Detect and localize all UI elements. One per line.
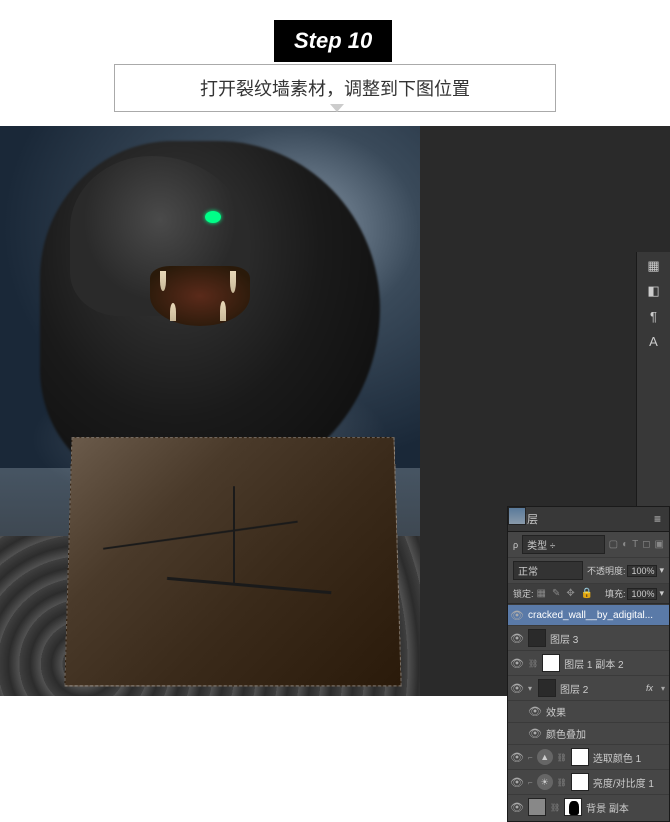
visibility-icon[interactable]: 👁 xyxy=(510,750,524,764)
fx-indicator[interactable]: fx xyxy=(646,683,657,693)
tool-paragraph-icon[interactable]: ¶ xyxy=(640,305,668,327)
blend-row: 正常 不透明度: 100% ▾ xyxy=(508,558,669,584)
adjustment-icon[interactable]: ☀ xyxy=(537,774,553,790)
beast-eye xyxy=(205,211,221,223)
fx-collapse-icon[interactable]: ▾ xyxy=(661,684,665,693)
layer-item[interactable]: 👁 图层 3 xyxy=(508,625,669,650)
link-icon[interactable]: ⛓ xyxy=(557,753,567,762)
opacity-input[interactable]: 100% xyxy=(627,565,657,577)
visibility-icon[interactable]: 👁 xyxy=(510,775,524,789)
layer-name[interactable]: cracked_wall__by_adigital... xyxy=(528,610,653,621)
link-icon[interactable]: ⛓ xyxy=(557,778,567,787)
tooth xyxy=(220,301,226,321)
filter-adj-icon[interactable]: ◐ xyxy=(622,539,628,550)
expand-icon[interactable]: ▾ xyxy=(528,684,532,693)
filter-row: ρ 类型 ÷ ▢ ◐ T ◻ ▣ xyxy=(508,532,669,558)
lock-pixels-icon[interactable]: ✎ xyxy=(552,588,560,599)
layer-effect-item[interactable]: 👁 颜色叠加 xyxy=(508,722,669,744)
lock-position-icon[interactable]: ✥ xyxy=(566,588,574,599)
layer-name[interactable]: 图层 3 xyxy=(550,631,578,646)
filter-pixel-icon[interactable]: ▢ xyxy=(609,539,618,550)
artwork-canvas[interactable] xyxy=(0,126,420,696)
layer-name[interactable]: 图层 1 副本 2 xyxy=(564,656,623,671)
adjustment-icon[interactable]: ▲ xyxy=(537,749,553,765)
layer-name[interactable]: 图层 2 xyxy=(560,681,588,696)
layer-mask-thumb[interactable] xyxy=(571,773,589,791)
filter-smart-icon[interactable]: ▣ xyxy=(655,539,664,550)
layer-thumb[interactable] xyxy=(528,629,546,647)
layer-mask-thumb[interactable] xyxy=(571,748,589,766)
filter-type-dropdown[interactable]: 类型 ÷ xyxy=(522,535,605,554)
layer-name[interactable]: 背景 副本 xyxy=(586,800,629,815)
fill-field: 填充: 100% ▾ xyxy=(605,587,664,600)
filter-text-icon[interactable]: T xyxy=(632,539,638,550)
opacity-stepper-icon[interactable]: ▾ xyxy=(659,565,664,576)
clip-icon: ⌐ xyxy=(528,778,533,787)
tool-histogram-icon[interactable]: ◧ xyxy=(640,280,668,302)
layer-mask-thumb[interactable] xyxy=(542,654,560,672)
layer-mask-thumb[interactable] xyxy=(564,798,582,816)
visibility-icon[interactable]: 👁 xyxy=(510,800,524,814)
link-icon[interactable]: ⛓ xyxy=(550,803,560,812)
opacity-label: 不透明度: xyxy=(587,564,626,577)
tool-swatches-icon[interactable]: ▦ xyxy=(640,255,668,277)
tool-character-icon[interactable]: A xyxy=(640,330,668,352)
fill-input[interactable]: 100% xyxy=(627,588,657,600)
visibility-icon[interactable]: 👁 xyxy=(528,705,542,719)
layer-item[interactable]: 👁 cracked_wall__by_adigital... xyxy=(508,604,669,625)
visibility-icon[interactable]: 👁 xyxy=(510,608,524,622)
visibility-icon[interactable]: 👁 xyxy=(510,681,524,695)
instruction-arrow-icon xyxy=(330,104,344,112)
layer-item[interactable]: 👁 ▾ 图层 2 fx ▾ xyxy=(508,675,669,700)
opacity-field: 不透明度: 100% ▾ xyxy=(587,564,664,577)
visibility-icon[interactable]: 👁 xyxy=(510,656,524,670)
effect-label: 效果 xyxy=(546,704,566,719)
layer-item[interactable]: 👁 ⌐ ▲ ⛓ 选取颜色 1 xyxy=(508,744,669,769)
visibility-icon[interactable]: 👁 xyxy=(510,631,524,645)
layer-item[interactable]: 👁 ⛓ 图层 1 副本 2 xyxy=(508,650,669,675)
cracked-wall-transform[interactable] xyxy=(64,437,401,686)
crack xyxy=(103,521,297,550)
lock-transparent-icon[interactable]: ▦ xyxy=(537,588,546,599)
layer-name[interactable]: 选取颜色 1 xyxy=(593,750,641,765)
tooth xyxy=(170,303,176,321)
right-toolbar: ▦ ◧ ¶ A xyxy=(636,252,670,508)
step-badge: Step 10 xyxy=(274,20,392,62)
layer-thumb[interactable] xyxy=(508,507,526,525)
layer-item[interactable]: 👁 ⌐ ☀ ⛓ 亮度/对比度 1 xyxy=(508,769,669,794)
beast-mouth xyxy=(150,266,250,326)
clip-icon: ⌐ xyxy=(528,753,533,762)
crack xyxy=(167,577,331,594)
layer-thumb[interactable] xyxy=(528,798,546,816)
canvas-area: ▦ ◧ ¶ A 图层 ≡ ρ 类型 ÷ ▢ ◐ T ◻ ▣ 正常 不透明度: 1… xyxy=(0,126,670,696)
lock-label: 锁定: xyxy=(513,587,534,600)
panel-tab-bar: 图层 ≡ xyxy=(508,507,669,532)
link-icon[interactable]: ⛓ xyxy=(528,659,538,668)
fill-label: 填充: xyxy=(605,587,626,600)
effect-label: 颜色叠加 xyxy=(546,726,586,741)
lock-all-icon[interactable]: 🔒 xyxy=(581,588,593,599)
blend-mode-dropdown[interactable]: 正常 xyxy=(513,561,583,580)
layer-thumb[interactable] xyxy=(538,679,556,697)
tooth xyxy=(230,271,236,293)
lock-row: 锁定: ▦ ✎ ✥ 🔒 填充: 100% ▾ xyxy=(508,584,669,604)
lock-icons: ▦ ✎ ✥ 🔒 xyxy=(537,588,594,599)
layer-effect-item[interactable]: 👁 效果 xyxy=(508,700,669,722)
layers-panel: 图层 ≡ ρ 类型 ÷ ▢ ◐ T ◻ ▣ 正常 不透明度: 100% ▾ 锁定… xyxy=(507,506,670,822)
crack xyxy=(233,486,235,584)
filter-shape-icon[interactable]: ◻ xyxy=(642,539,650,550)
fill-stepper-icon[interactable]: ▾ xyxy=(659,588,664,599)
layer-name[interactable]: 亮度/对比度 1 xyxy=(593,775,654,790)
layer-item[interactable]: 👁 ⛓ 背景 副本 xyxy=(508,794,669,819)
tooth xyxy=(160,271,166,291)
panel-menu-icon[interactable]: ≡ xyxy=(654,512,661,526)
filter-icon[interactable]: ρ xyxy=(513,540,518,550)
visibility-icon[interactable]: 👁 xyxy=(528,727,542,741)
